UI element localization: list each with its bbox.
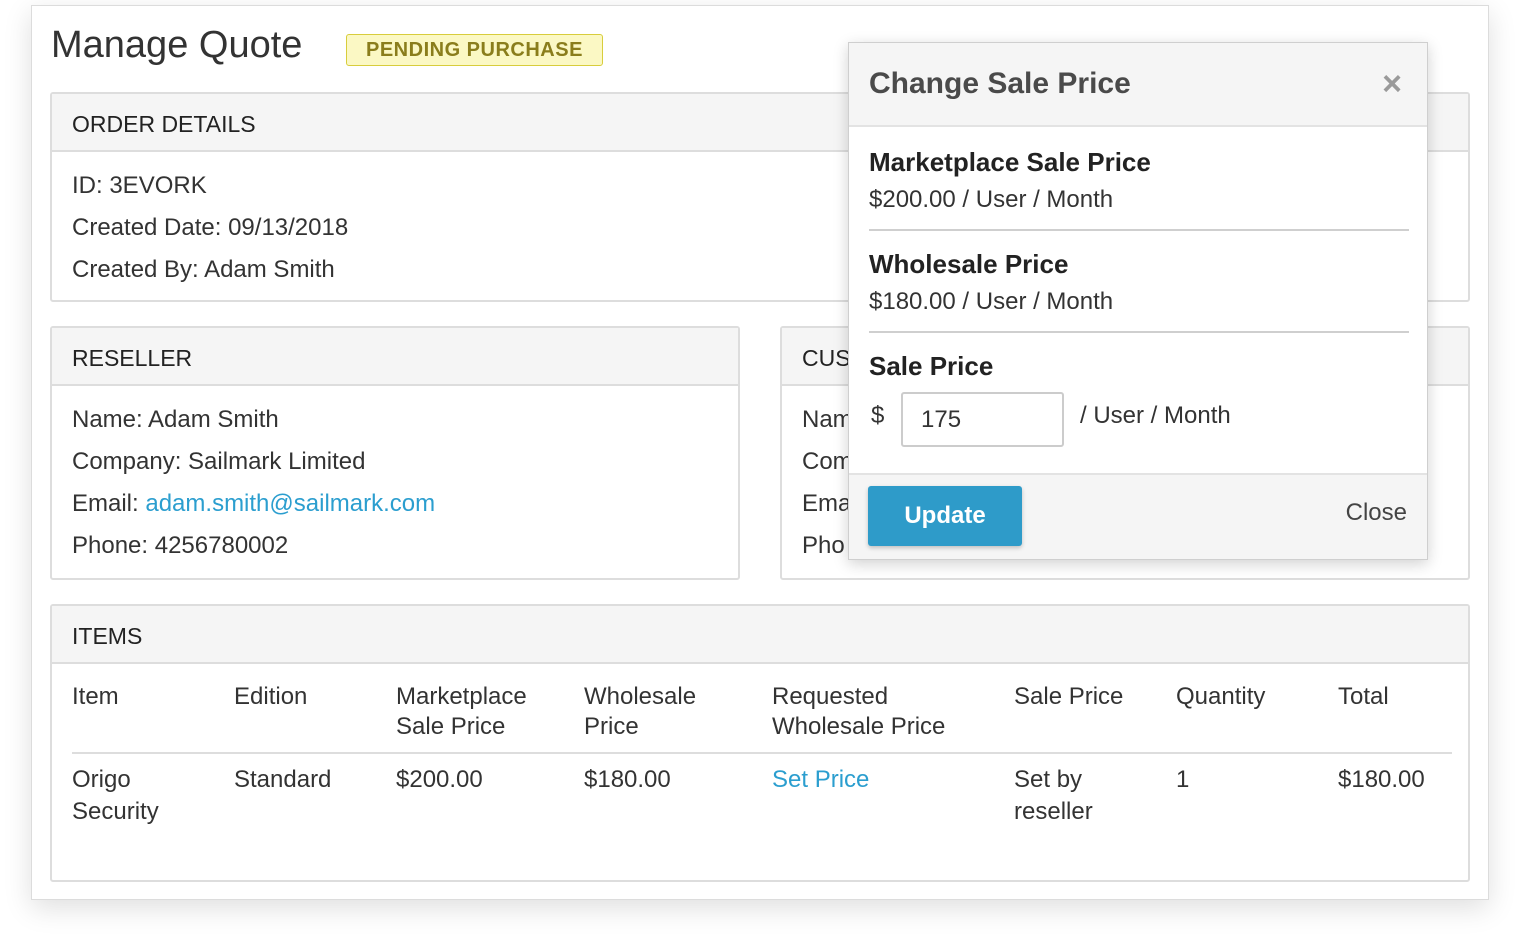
row-sale-price: Set by reseller	[1014, 764, 1164, 828]
update-button[interactable]: Update	[868, 486, 1022, 546]
marketplace-price-label: Marketplace Sale Price	[869, 147, 1151, 177]
row-item-line2: Security	[72, 798, 159, 825]
reseller-panel: RESELLER Name: Adam Smith Company: Sailm…	[50, 326, 740, 580]
sale-price-row: $ / User / Month	[869, 392, 1409, 452]
status-badge: PENDING PURCHASE	[346, 34, 603, 66]
items-header: ITEMS	[52, 606, 1468, 664]
col-requested-line2: Wholesale Price	[772, 713, 946, 740]
table-row: Origo Security Standard $200.00 $180.00 S…	[72, 754, 1452, 834]
sale-price-block: Sale Price $ / User / Month	[869, 333, 1409, 452]
row-item-line1: Origo	[72, 766, 131, 793]
modal-header: Change Sale Price ×	[849, 43, 1427, 127]
reseller-company: Company: Sailmark Limited	[72, 448, 366, 475]
row-edition: Standard	[234, 766, 332, 793]
marketplace-price-value: $200.00 / User / Month	[869, 186, 1114, 213]
col-wholesale-line1: Wholesale	[584, 683, 697, 710]
sale-price-unit: / User / Month	[1080, 402, 1231, 429]
reseller-email-line: Email: adam.smith@sailmark.com	[72, 486, 718, 528]
sale-price-label: Sale Price	[869, 351, 994, 381]
page-title: Manage Quote	[51, 24, 303, 66]
reseller-email-label: Email:	[72, 490, 146, 517]
col-requested-line1: Requested	[772, 683, 889, 710]
col-marketplace-line1: Marketplace	[396, 683, 527, 710]
col-edition: Edition	[234, 683, 308, 710]
col-marketplace-sale-price: Marketplace Sale Price	[396, 682, 576, 742]
reseller-phone: Phone: 4256780002	[72, 532, 289, 559]
col-marketplace-line2: Sale Price	[396, 713, 506, 740]
close-icon[interactable]: ×	[1375, 65, 1409, 103]
change-sale-price-modal: Change Sale Price × Marketplace Sale Pri…	[848, 42, 1428, 560]
currency-symbol: $	[871, 402, 885, 429]
wholesale-price-value: $180.00 / User / Month	[869, 288, 1114, 315]
items-panel: ITEMS Item Edition Marketplace Sale Price…	[50, 604, 1470, 882]
sale-price-input[interactable]	[901, 392, 1064, 447]
col-wholesale-line2: Price	[584, 713, 639, 740]
col-quantity: Quantity	[1176, 683, 1266, 710]
reseller-header: RESELLER	[52, 328, 738, 386]
items-table: Item Edition Marketplace Sale Price Whole…	[72, 682, 1452, 834]
row-total: $180.00	[1338, 766, 1425, 793]
modal-title: Change Sale Price	[869, 67, 1131, 100]
col-wholesale-price: Wholesale Price	[584, 682, 764, 742]
close-button[interactable]: Close	[1346, 499, 1407, 527]
col-sale-price: Sale Price	[1014, 683, 1124, 710]
set-price-link[interactable]: Set Price	[772, 764, 1002, 796]
modal-body: Marketplace Sale Price $200.00 / User / …	[869, 129, 1409, 452]
row-sale-line1: Set by	[1014, 766, 1083, 793]
wholesale-price-label: Wholesale Price	[869, 249, 1069, 279]
row-item: Origo Security	[72, 764, 222, 828]
table-header-row: Item Edition Marketplace Sale Price Whole…	[72, 682, 1452, 754]
col-total: Total	[1338, 683, 1389, 710]
marketplace-price-block: Marketplace Sale Price $200.00 / User / …	[869, 129, 1409, 231]
col-item: Item	[72, 683, 119, 710]
row-sale-line2: reseller	[1014, 798, 1093, 825]
row-wholesale-price: $180.00	[584, 766, 671, 793]
reseller-name: Name: Adam Smith	[72, 406, 279, 433]
row-quantity: 1	[1176, 766, 1190, 793]
reseller-email-link[interactable]: adam.smith@sailmark.com	[145, 490, 435, 517]
wholesale-price-block: Wholesale Price $180.00 / User / Month	[869, 231, 1409, 333]
row-marketplace-price: $200.00	[396, 766, 483, 793]
col-requested-wholesale-price: Requested Wholesale Price	[772, 682, 1002, 742]
modal-footer: Update Close	[849, 473, 1427, 559]
